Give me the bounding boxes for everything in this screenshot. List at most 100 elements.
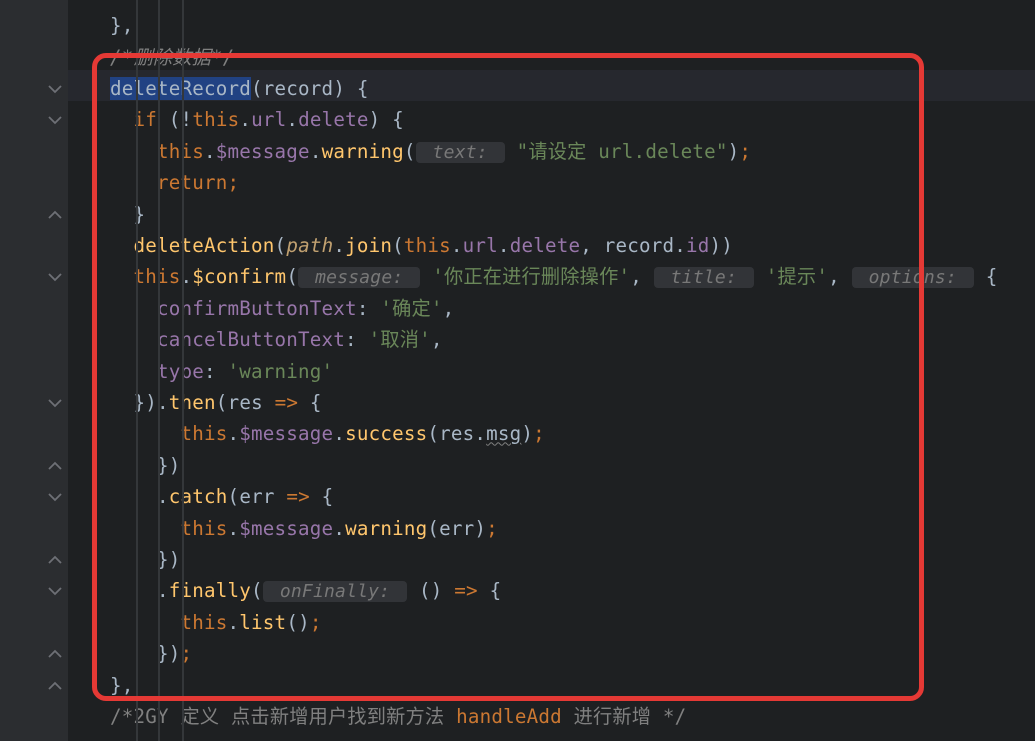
token-kw: this bbox=[404, 234, 451, 257]
token-fn: join bbox=[345, 234, 392, 257]
token-sel: deleteRecord bbox=[110, 77, 251, 100]
code-line[interactable]: cancelButtonText: '取消', bbox=[110, 324, 443, 355]
token-op: . bbox=[228, 517, 240, 540]
token-op: . bbox=[333, 517, 345, 540]
token-op: ( bbox=[251, 579, 263, 602]
token-fn: warning bbox=[322, 140, 404, 163]
token-op: ( bbox=[275, 234, 287, 257]
token-op: . bbox=[451, 234, 463, 257]
token-par: record bbox=[263, 77, 334, 100]
fold-collapse-icon[interactable] bbox=[48, 397, 62, 409]
code-line[interactable]: deleteRecord(record) { bbox=[110, 73, 369, 104]
fold-expand-icon[interactable] bbox=[48, 648, 62, 660]
code-line[interactable]: } bbox=[110, 199, 145, 230]
token-op: ( bbox=[427, 517, 439, 540]
code-line[interactable]: if (!this.url.delete) { bbox=[110, 104, 404, 135]
token-fn: catch bbox=[169, 485, 228, 508]
code-line[interactable]: type: 'warning' bbox=[110, 356, 333, 387]
code-line[interactable]: this.$message.success(res.msg); bbox=[110, 418, 545, 449]
token-par: res bbox=[228, 391, 263, 414]
token-prop: url bbox=[251, 108, 286, 131]
code-line[interactable]: }).then(res => { bbox=[110, 387, 322, 418]
code-line[interactable]: /*2GY 定义 点击新增用户找到新方法 handleAdd 进行新增 */ bbox=[110, 701, 686, 732]
code-line[interactable]: }, bbox=[110, 670, 134, 701]
token-op: . bbox=[228, 611, 240, 634]
token-op: , bbox=[443, 297, 455, 320]
code-line[interactable]: .catch(err => { bbox=[110, 481, 333, 512]
token-br: { bbox=[392, 108, 404, 131]
token-op: ( bbox=[427, 422, 439, 445]
token-hintI: onFinally: bbox=[263, 581, 407, 602]
token-op: . bbox=[674, 234, 686, 257]
fold-collapse-icon[interactable] bbox=[48, 114, 62, 126]
token-prop: cancelButtonText bbox=[157, 328, 345, 351]
token-kw: this bbox=[181, 517, 228, 540]
token-br: { bbox=[322, 485, 334, 508]
token-op: ( bbox=[157, 108, 181, 131]
token-prop: $message bbox=[216, 140, 310, 163]
token-op bbox=[754, 265, 766, 288]
token-br: }) bbox=[157, 642, 181, 665]
code-line[interactable]: return; bbox=[110, 167, 239, 198]
code-line[interactable]: }); bbox=[110, 638, 192, 669]
code-line[interactable]: .finally( onFinally: () => { bbox=[110, 575, 501, 606]
token-op: : bbox=[345, 328, 369, 351]
token-str: 'warning' bbox=[228, 360, 334, 383]
token-op: , bbox=[630, 265, 654, 288]
code-line[interactable]: }) bbox=[110, 544, 181, 575]
code-line[interactable]: /*删除数据*/ bbox=[110, 42, 235, 73]
token-prop: id bbox=[686, 234, 710, 257]
code-line[interactable]: deleteAction(path.join(this.url.delete, … bbox=[110, 230, 733, 261]
token-kw: this bbox=[181, 611, 228, 634]
code-line[interactable]: this.list(); bbox=[110, 607, 322, 638]
indent-guide bbox=[182, 0, 184, 741]
fold-collapse-icon[interactable] bbox=[48, 83, 62, 95]
code-line[interactable]: }, bbox=[110, 10, 134, 41]
token-op: ) bbox=[728, 140, 740, 163]
indent-guide bbox=[136, 0, 138, 741]
token-kw: ; bbox=[486, 517, 498, 540]
token-op: . bbox=[474, 422, 486, 445]
token-cmt: 进行新增 */ bbox=[562, 705, 687, 728]
token-fn: deleteAction bbox=[134, 234, 275, 257]
token-op: ( bbox=[286, 265, 298, 288]
token-op: ( bbox=[404, 140, 416, 163]
fold-expand-icon[interactable] bbox=[48, 460, 62, 472]
token-prop: url bbox=[463, 234, 498, 257]
token-op: : bbox=[204, 360, 228, 383]
token-kw: => bbox=[454, 579, 478, 602]
fold-expand-icon[interactable] bbox=[48, 554, 62, 566]
fold-expand-icon[interactable] bbox=[48, 209, 62, 221]
token-kw: ; bbox=[533, 422, 545, 445]
fold-collapse-icon[interactable] bbox=[48, 491, 62, 503]
token-op bbox=[478, 579, 490, 602]
code-line[interactable]: }) bbox=[110, 450, 181, 481]
token-op bbox=[974, 265, 986, 288]
token-op: ( bbox=[392, 234, 404, 257]
code-line[interactable]: confirmButtonText: '确定', bbox=[110, 293, 454, 324]
fold-collapse-icon[interactable] bbox=[48, 271, 62, 283]
fold-expand-icon[interactable] bbox=[48, 680, 62, 692]
code-line[interactable]: this.$message.warning(err); bbox=[110, 513, 498, 544]
editor-viewport: },/*删除数据*/deleteRecord(record) { if (!th… bbox=[0, 0, 1035, 741]
code-line[interactable]: this.$message.warning( text: "请设定 url.de… bbox=[110, 136, 751, 167]
token-op: . bbox=[286, 108, 298, 131]
token-kw: ; bbox=[739, 140, 751, 163]
token-kw: this bbox=[157, 140, 204, 163]
token-kw: => bbox=[286, 485, 310, 508]
token-op: , bbox=[828, 265, 852, 288]
code-line[interactable]: this.$confirm( message: '你正在进行删除操作', tit… bbox=[110, 261, 998, 292]
token-str: '你正在进行删除操作' bbox=[432, 265, 630, 288]
token-op: ) bbox=[474, 517, 486, 540]
token-op bbox=[310, 485, 322, 508]
token-fn: $confirm bbox=[192, 265, 286, 288]
token-kw: return bbox=[157, 171, 228, 194]
token-wavy: msg bbox=[486, 422, 521, 445]
token-hintI: message: bbox=[298, 267, 420, 288]
token-op: ( bbox=[228, 485, 240, 508]
token-cmt: /*2GY 定义 点击新增用户找到新方法 bbox=[110, 705, 456, 728]
token-op: . bbox=[498, 234, 510, 257]
token-op: ) bbox=[521, 422, 533, 445]
fold-collapse-icon[interactable] bbox=[48, 585, 62, 597]
token-prop: delete bbox=[510, 234, 581, 257]
